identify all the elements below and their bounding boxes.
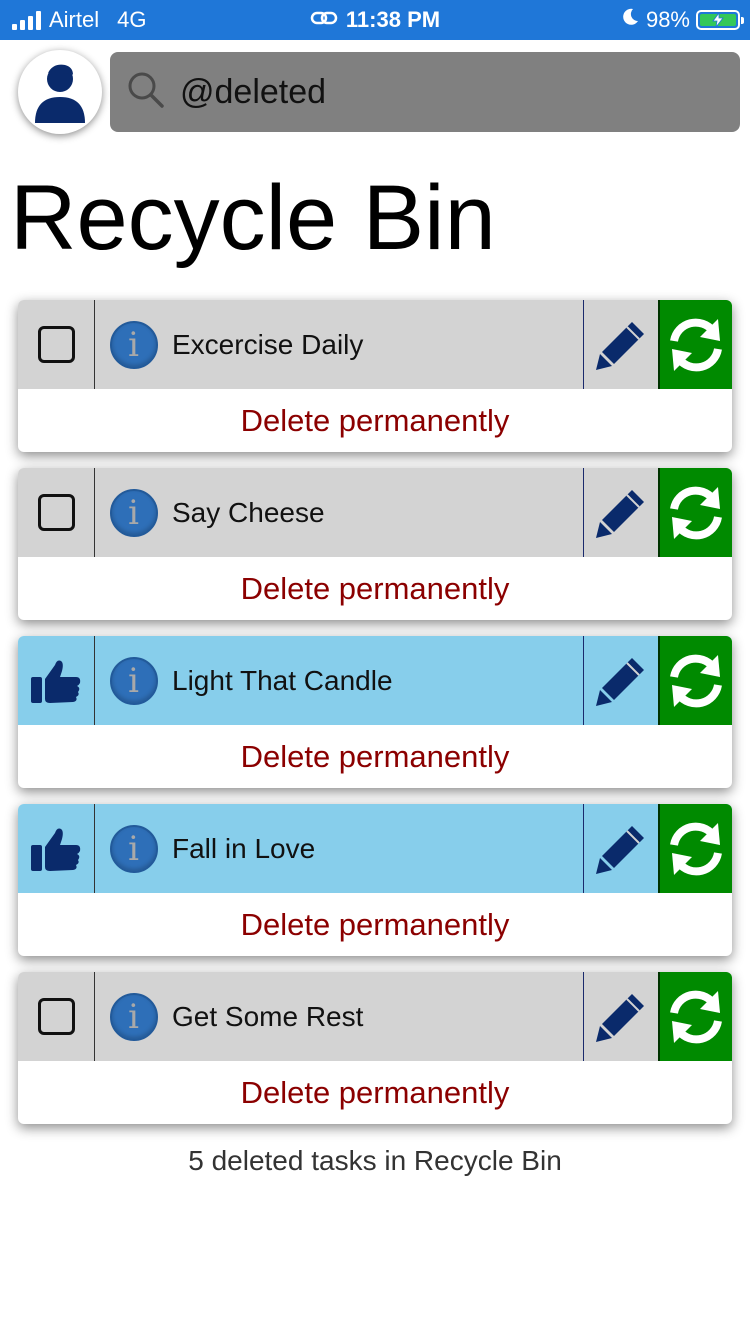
checkbox [37, 494, 75, 531]
info-icon: i [109, 824, 158, 873]
task-row: i Light That Candle [18, 636, 732, 725]
pencil-icon [596, 321, 644, 370]
task-toggle[interactable] [18, 636, 95, 725]
search-input[interactable] [180, 72, 700, 112]
network-label: 4G [117, 7, 147, 32]
edit-button[interactable] [584, 468, 658, 557]
restore-icon [670, 822, 722, 875]
task-card: i Light That Candle Delete permanently [18, 636, 732, 788]
info-icon: i [109, 992, 158, 1041]
info-button[interactable]: i [95, 468, 172, 557]
clock: 11:38 PM [345, 7, 441, 32]
pencil-icon [596, 489, 644, 538]
avatar-button[interactable] [18, 50, 102, 134]
task-name: Excercise Daily [172, 300, 584, 389]
restore-button[interactable] [658, 636, 732, 725]
task-list: i Excercise Daily Delete permanently i S… [18, 300, 732, 1140]
battery-percent: 98% [645, 7, 690, 32]
pencil-icon [596, 825, 644, 874]
task-toggle[interactable] [18, 300, 95, 389]
task-row: i Excercise Daily [18, 300, 732, 389]
info-icon: i [109, 320, 158, 369]
restore-icon [670, 318, 722, 371]
task-toggle[interactable] [18, 468, 95, 557]
task-name: Light That Candle [172, 636, 584, 725]
task-card: i Fall in Love Delete permanently [18, 804, 732, 956]
info-button[interactable]: i [95, 972, 172, 1061]
user-avatar-icon [35, 64, 85, 123]
link-icon [310, 7, 338, 33]
info-button[interactable]: i [95, 804, 172, 893]
task-card: i Excercise Daily Delete permanently [18, 300, 732, 452]
info-button[interactable]: i [95, 300, 172, 389]
restore-button[interactable] [658, 300, 732, 389]
status-bar: Airtel 4G 11:38 PM 98% [0, 0, 750, 40]
checkbox [37, 326, 75, 363]
task-row: i Say Cheese [18, 468, 732, 557]
restore-icon [670, 486, 722, 539]
delete-permanently-button[interactable]: Delete permanently [18, 389, 732, 452]
pencil-icon [596, 657, 644, 706]
pencil-icon [596, 993, 644, 1042]
carrier-label: Airtel [49, 7, 100, 32]
task-card: i Say Cheese Delete permanently [18, 468, 732, 620]
task-name: Say Cheese [172, 468, 584, 557]
edit-button[interactable] [584, 804, 658, 893]
task-row: i Fall in Love [18, 804, 732, 893]
delete-permanently-button[interactable]: Delete permanently [18, 893, 732, 956]
task-name: Get Some Rest [172, 972, 584, 1061]
restore-button[interactable] [658, 804, 732, 893]
info-button[interactable]: i [95, 636, 172, 725]
search-icon [126, 70, 166, 115]
thumbs-up-icon [31, 660, 81, 703]
edit-button[interactable] [584, 972, 658, 1061]
checkbox [37, 998, 75, 1035]
task-row: i Get Some Rest [18, 972, 732, 1061]
edit-button[interactable] [584, 300, 658, 389]
page-title: Recycle Bin [10, 167, 496, 269]
info-icon: i [109, 656, 158, 705]
task-card: i Get Some Rest Delete permanently [18, 972, 732, 1124]
moon-icon [620, 7, 640, 33]
deleted-count-footer: 5 deleted tasks in Recycle Bin [188, 1145, 562, 1176]
task-toggle[interactable] [18, 972, 95, 1061]
restore-button[interactable] [658, 972, 732, 1061]
delete-permanently-button[interactable]: Delete permanently [18, 725, 732, 788]
signal-icon [12, 10, 41, 30]
thumbs-up-icon [31, 828, 81, 871]
battery-icon [696, 10, 744, 30]
task-name: Fall in Love [172, 804, 584, 893]
edit-button[interactable] [584, 636, 658, 725]
search-bar[interactable] [110, 52, 740, 132]
task-toggle[interactable] [18, 804, 95, 893]
delete-permanently-button[interactable]: Delete permanently [18, 1061, 732, 1124]
restore-icon [670, 990, 722, 1043]
delete-permanently-button[interactable]: Delete permanently [18, 557, 732, 620]
info-icon: i [109, 488, 158, 537]
restore-icon [670, 654, 722, 707]
restore-button[interactable] [658, 468, 732, 557]
